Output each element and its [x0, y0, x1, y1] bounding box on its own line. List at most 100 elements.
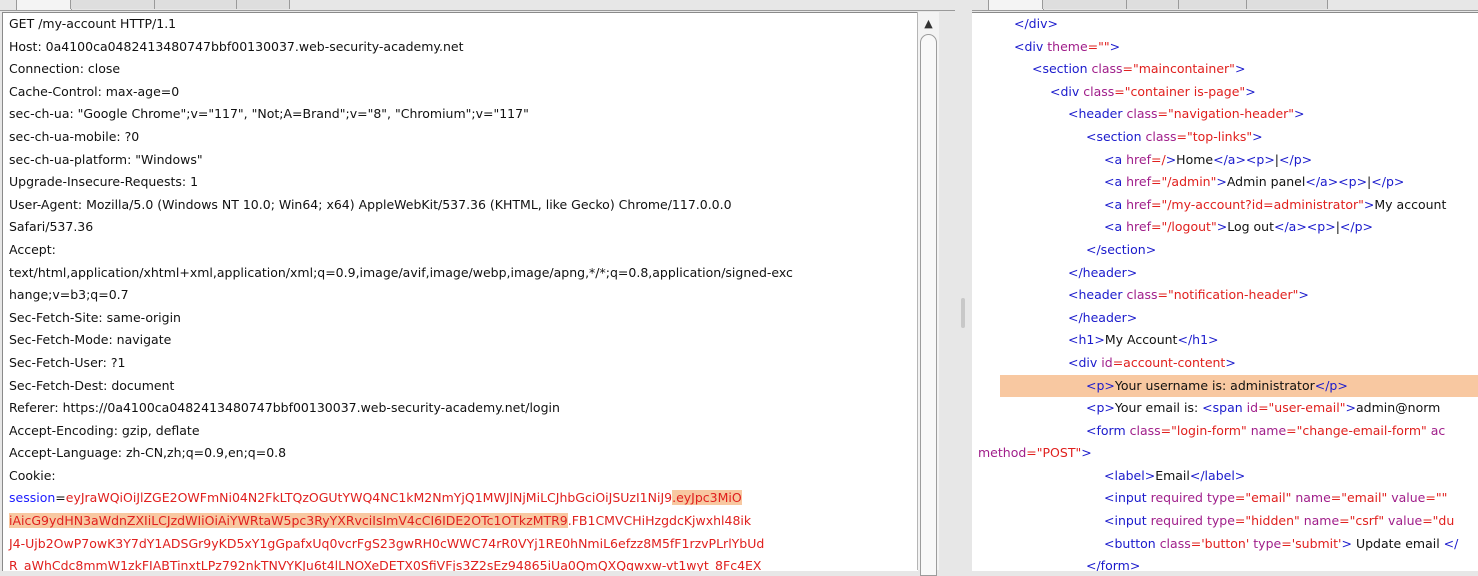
request-line[interactable]: hange;v=b3;q=0.7	[3, 284, 918, 307]
response-viewer[interactable]: </div> <div theme=""> <section class="main…	[972, 12, 1478, 571]
response-token: ="/logout"	[1151, 219, 1217, 235]
request-line[interactable]: sec-ch-ua: "Google Chrome";v="117", "Not…	[3, 103, 918, 126]
request-token: J4-Ujb2OwP7owK3Y7dY1ADSGr9yKD5xY1gGpafxU…	[9, 535, 765, 551]
response-line[interactable]: </div>	[972, 13, 1478, 36]
tab-response-pretty[interactable]	[988, 0, 1044, 10]
request-line[interactable]: Sec-Fetch-Mode: navigate	[3, 329, 918, 352]
scrollbar-thumb[interactable]	[920, 34, 937, 576]
response-line[interactable]: </section>	[972, 239, 1478, 262]
response-token: Your email is:	[1114, 400, 1203, 416]
request-line[interactable]: Cookie:	[3, 465, 918, 488]
request-line[interactable]: Accept:	[3, 239, 918, 262]
response-token: </	[1443, 535, 1459, 551]
response-line[interactable]: <input required type="hidden" name="csrf…	[972, 510, 1478, 533]
response-token: ="top-links"	[1176, 128, 1253, 144]
request-token: Accept-Language: zh-CN,zh;q=0.9,en;q=0.8	[9, 445, 287, 461]
response-line[interactable]: <header class="navigation-header">	[972, 103, 1478, 126]
splitter-grip-icon[interactable]	[961, 298, 965, 328]
request-token: hange;v=b3;q=0.7	[9, 287, 129, 303]
response-token: </label>	[1189, 467, 1246, 483]
response-line[interactable]: <div theme="">	[972, 36, 1478, 59]
request-line[interactable]: J4-Ujb2OwP7owK3Y7dY1ADSGr9yKD5xY1gGpafxU…	[3, 533, 918, 556]
request-line[interactable]: Referer: https://0a4100ca0482413480747bb…	[3, 397, 918, 420]
request-line[interactable]: sec-ch-ua-mobile: ?0	[3, 126, 918, 149]
response-token: >	[1225, 354, 1236, 370]
request-line[interactable]: text/html,application/xhtml+xml,applicat…	[3, 262, 918, 285]
response-token: <a	[1104, 151, 1127, 167]
response-line[interactable]: <a href=/>Home</a><p>|</p>	[972, 149, 1478, 172]
response-token: <a	[1104, 174, 1127, 190]
request-line[interactable]: Sec-Fetch-User: ?1	[3, 352, 918, 375]
response-token: =/	[1151, 151, 1166, 167]
request-line[interactable]: Host: 0a4100ca0482413480747bbf00130037.w…	[3, 36, 918, 59]
response-token: Email	[1155, 467, 1190, 483]
response-token: ="du	[1422, 513, 1455, 529]
request-scrollbar[interactable]: ▲	[917, 12, 939, 576]
request-line[interactable]: sec-ch-ua-platform: "Windows"	[3, 149, 918, 172]
response-line[interactable]: <div class="container is-page">	[972, 81, 1478, 104]
response-token: <input	[1104, 513, 1151, 529]
request-line[interactable]: Accept-Language: zh-CN,zh;q=0.9,en;q=0.8	[3, 442, 918, 465]
response-line[interactable]: <a href="/my-account?id=administrator">M…	[972, 194, 1478, 217]
request-line[interactable]: GET /my-account HTTP/1.1	[3, 13, 918, 36]
tab-response-more[interactable]	[1246, 0, 1328, 9]
response-token: >	[1363, 196, 1375, 212]
response-token: >	[1109, 38, 1121, 54]
response-line[interactable]: <a href="/admin">Admin panel</a><p>|</p>	[972, 171, 1478, 194]
response-line[interactable]: <section class="maincontainer">	[972, 58, 1478, 81]
response-line[interactable]: <h1>My Account</h1>	[972, 329, 1478, 352]
response-token: ac	[1430, 422, 1446, 438]
request-editor[interactable]: GET /my-account HTTP/1.1 Host: 0a4100ca04…	[2, 12, 918, 571]
tab-response-hex[interactable]	[1126, 0, 1180, 9]
request-line[interactable]: User-Agent: Mozilla/5.0 (Windows NT 10.0…	[3, 194, 918, 217]
response-token: =account-content	[1112, 354, 1226, 370]
response-line[interactable]: <form class="login-form" name="change-em…	[972, 420, 1478, 443]
request-token: Sec-Fetch-Mode: navigate	[9, 332, 172, 348]
response-token: >	[1216, 174, 1227, 190]
response-token: ="/admin"	[1151, 174, 1217, 190]
response-line[interactable]: <section class="top-links">	[972, 126, 1478, 149]
response-token: </div>	[1014, 16, 1058, 31]
tab-response-render[interactable]	[1178, 0, 1248, 9]
request-line[interactable]: Accept-Encoding: gzip, deflate	[3, 420, 918, 443]
request-token: R_aWhCdc8mmW1zkFIABTinxtLPz792nkTNVYKJu6…	[9, 558, 762, 571]
response-line[interactable]: <a href="/logout">Log out</a><p>|</p>	[972, 216, 1478, 239]
response-line[interactable]: <label>Email</label>	[972, 465, 1478, 488]
response-token: required type	[1150, 513, 1235, 529]
response-token: class	[1083, 83, 1115, 99]
response-token: >	[1252, 128, 1263, 144]
response-token: href	[1126, 219, 1151, 235]
response-token: <input	[1104, 490, 1151, 506]
request-line[interactable]: R_aWhCdc8mmW1zkFIABTinxtLPz792nkTNVYKJu6…	[3, 555, 918, 571]
tab-raw[interactable]	[70, 0, 156, 9]
response-line[interactable]: </form>	[972, 555, 1478, 571]
request-line[interactable]: session=eyJraWQiOiJlZGE2OWFmNi04N2FkLTQz…	[3, 487, 918, 510]
tab-hex[interactable]	[154, 0, 238, 9]
response-line[interactable]: <p>Your email is: <span id="user-email">…	[972, 397, 1478, 420]
response-token: Log out	[1227, 219, 1274, 235]
tab-response-raw[interactable]	[1042, 0, 1128, 9]
request-line[interactable]: Cache-Control: max-age=0	[3, 81, 918, 104]
request-line[interactable]: Connection: close	[3, 58, 918, 81]
response-line[interactable]: <header class="notification-header">	[972, 284, 1478, 307]
pane-splitter[interactable]	[955, 0, 972, 570]
response-token: </p>	[1339, 219, 1373, 235]
response-token: <header	[1068, 106, 1127, 122]
response-line[interactable]: <button class='button' type='submit'> Up…	[972, 533, 1478, 556]
request-token: Referer: https://0a4100ca0482413480747bb…	[9, 400, 560, 416]
response-line[interactable]: </header>	[972, 262, 1478, 285]
request-line[interactable]: Upgrade-Insecure-Requests: 1	[3, 171, 918, 194]
response-token: <span	[1202, 400, 1247, 416]
request-line[interactable]: Safari/537.36	[3, 216, 918, 239]
request-line[interactable]: Sec-Fetch-Dest: document	[3, 375, 918, 398]
response-line[interactable]: <p>Your username is: administrator</p>	[1000, 374, 1478, 398]
tab-more[interactable]	[236, 0, 290, 9]
response-line[interactable]: <input required type="email" name="email…	[972, 487, 1478, 510]
tab-pretty[interactable]	[16, 0, 72, 10]
scroll-up-arrow-icon[interactable]: ▲	[918, 16, 939, 32]
response-line[interactable]: <div id=account-content>	[972, 352, 1478, 375]
request-line[interactable]: Sec-Fetch-Site: same-origin	[3, 307, 918, 330]
request-line[interactable]: iAicG9ydHN3aWdnZXIiLCJzdWIiOiAiYWRtaW5pc…	[3, 510, 918, 533]
response-line[interactable]: method="POST">	[972, 442, 1478, 465]
response-line[interactable]: </header>	[972, 307, 1478, 330]
